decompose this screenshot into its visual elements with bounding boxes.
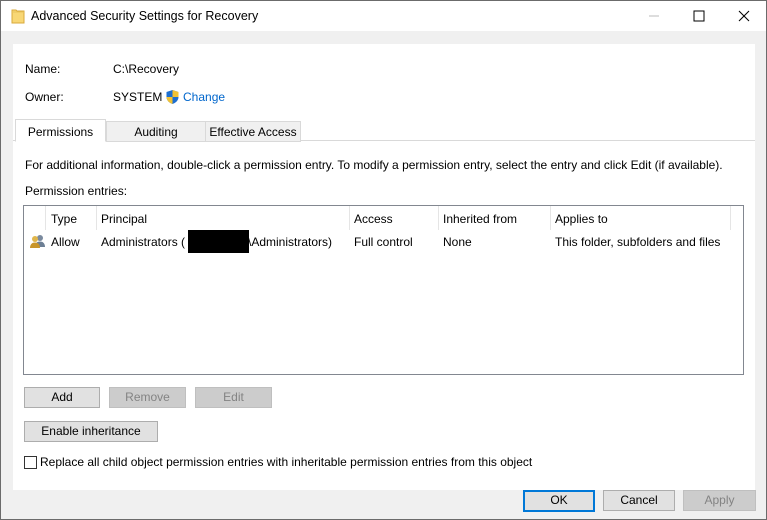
remove-button[interactable]: Remove	[109, 387, 186, 408]
tab-auditing[interactable]: Auditing	[106, 121, 206, 142]
row-principal-prefix: Administrators (	[101, 235, 186, 249]
column-header-type[interactable]: Type	[46, 206, 96, 230]
change-link-label: Change	[183, 90, 226, 104]
replace-child-permissions-checkbox[interactable]	[24, 456, 37, 469]
uac-shield-icon	[166, 90, 179, 104]
maximize-button[interactable]	[676, 1, 722, 31]
enable-inheritance-button[interactable]: Enable inheritance	[24, 421, 158, 442]
advanced-security-settings-window: Advanced Security Settings for Recovery …	[0, 0, 767, 520]
permissions-description: For additional information, double-click…	[25, 158, 723, 172]
column-header-access[interactable]: Access	[349, 206, 438, 230]
tab-permissions[interactable]: Permissions	[15, 119, 106, 142]
row-applies-to: This folder, subfolders and files	[555, 235, 721, 249]
ok-button[interactable]: OK	[523, 490, 595, 512]
replace-child-permissions-label: Replace all child object permission entr…	[40, 455, 533, 469]
minimize-icon	[649, 15, 659, 17]
close-icon	[738, 10, 750, 22]
column-header-applies-to[interactable]: Applies to	[550, 206, 730, 230]
name-label: Name:	[25, 62, 61, 76]
owner-value: SYSTEM	[113, 90, 163, 104]
column-header-principal[interactable]: Principal	[96, 206, 349, 230]
owner-label: Owner:	[25, 90, 64, 104]
column-separator	[730, 206, 731, 230]
row-principal-suffix: \Administrators)	[248, 235, 333, 249]
column-header-inherited-from[interactable]: Inherited from	[438, 206, 550, 230]
tab-effective-access[interactable]: Effective Access	[205, 121, 301, 142]
change-owner-link[interactable]: Change	[165, 89, 225, 105]
redacted-domain	[188, 230, 249, 253]
edit-button[interactable]: Edit	[195, 387, 272, 408]
row-access: Full control	[354, 235, 413, 249]
window-title: Advanced Security Settings for Recovery	[31, 9, 259, 23]
maximize-icon	[693, 10, 705, 22]
row-inherited-from: None	[443, 235, 472, 249]
permission-entries-list[interactable]: Type Principal Access Inherited from App…	[23, 205, 744, 375]
title-bar[interactable]: Advanced Security Settings for Recovery	[1, 1, 766, 31]
close-button[interactable]	[721, 1, 767, 31]
apply-button[interactable]: Apply	[683, 490, 756, 511]
minimize-button[interactable]	[631, 1, 677, 31]
row-type: Allow	[51, 235, 80, 249]
add-button[interactable]: Add	[24, 387, 100, 408]
name-value: C:\Recovery	[113, 62, 180, 76]
cancel-button[interactable]: Cancel	[603, 490, 675, 511]
dialog-content: Name: C:\Recovery Owner: SYSTEM Change P…	[13, 44, 755, 490]
users-group-icon	[30, 235, 45, 248]
folder-icon	[11, 9, 25, 24]
permission-entries-label: Permission entries:	[25, 184, 128, 198]
